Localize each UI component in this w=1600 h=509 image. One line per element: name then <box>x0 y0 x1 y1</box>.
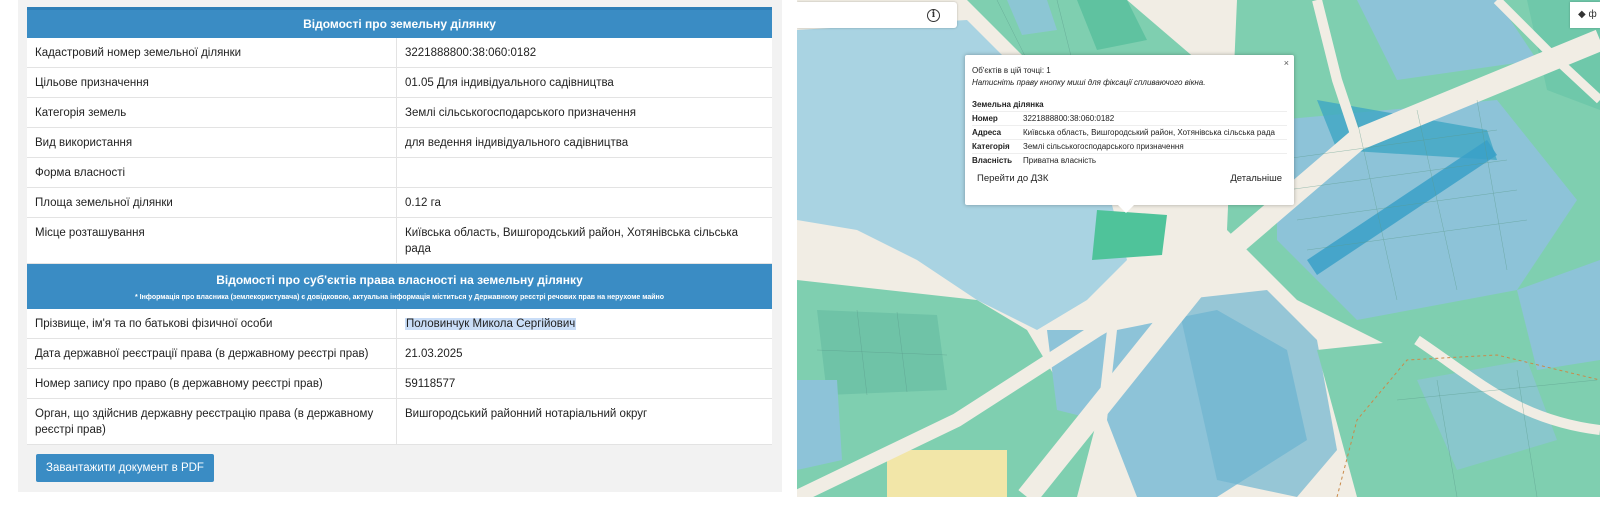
row-value: 3221888800:38:060:0182 <box>405 47 537 59</box>
details-link[interactable]: Детальніше <box>1230 173 1282 184</box>
popup-row-label: Адреса <box>972 128 1002 137</box>
row-label: Прізвище, ім'я та по батькові фізичної о… <box>27 309 397 338</box>
selected-parcel[interactable] <box>1092 210 1167 260</box>
table-row: Прізвище, ім'я та по батькові фізичної о… <box>27 309 772 339</box>
ownership-header-title: Відомості про суб'єктів права власності … <box>216 273 583 287</box>
row-value: 59118577 <box>405 378 456 390</box>
table-row: Вид використання для ведення індивідуаль… <box>27 128 772 158</box>
row-value <box>397 158 772 187</box>
table-row: Номер запису про право (в державному реє… <box>27 369 772 399</box>
layers-button[interactable]: ◆ ф <box>1570 2 1600 28</box>
row-value: Землі сільськогосподарського призначення <box>405 107 636 119</box>
parcel-section-header: Відомості про земельну ділянку <box>27 10 772 38</box>
go-to-dzk-link[interactable]: Перейти до ДЗК <box>977 173 1048 184</box>
table-row: Кадастровий номер земельної ділянки 3221… <box>27 38 772 68</box>
table-row: Дата державної реєстрації права (в держа… <box>27 339 772 369</box>
cadastral-map[interactable]: i ◆ ф × Об'єктів в цій точці: 1 Натисніт… <box>797 0 1600 497</box>
screenshot-root: Відомості про земельну ділянку Кадастров… <box>0 0 1600 509</box>
road <box>1182 196 1232 264</box>
popup-title: Земельна ділянка <box>972 100 1044 109</box>
popup-row-value: Київська область, Вишгородський район, Х… <box>1023 128 1275 137</box>
row-value: 0.12 га <box>405 197 441 209</box>
row-value: 01.05 Для індивідуального садівництва <box>405 77 614 89</box>
popup-pointer <box>1117 204 1135 213</box>
parcel <box>887 450 1007 497</box>
popup-row: Категорія Землі сільськогосподарського п… <box>972 139 1287 153</box>
map-search-bar[interactable]: i <box>797 2 957 28</box>
owner-name-selected-text[interactable]: Половинчук Микола Сергійович <box>405 318 577 330</box>
row-value: Половинчук Микола Сергійович <box>397 309 772 338</box>
popup-row-label: Категорія <box>972 142 1010 151</box>
row-label: Місце розташування <box>27 218 397 263</box>
popup-row: Власність Приватна власність <box>972 153 1287 167</box>
download-pdf-button[interactable]: Завантажити документ в PDF <box>36 454 214 482</box>
table-row: Площа земельної ділянки 0.12 га <box>27 188 772 218</box>
table-row: Орган, що здійснив державну реєстрацію п… <box>27 399 772 445</box>
table-row: Місце розташування Київська область, Виш… <box>27 218 772 264</box>
popup-row-label: Номер <box>972 114 998 123</box>
row-value: Вишгородський районний нотаріальний окру… <box>405 408 648 420</box>
table-row: Категорія земель Землі сільськогосподарс… <box>27 98 772 128</box>
row-label: Форма власності <box>27 158 397 187</box>
popup-row-label: Власність <box>972 156 1013 165</box>
popup-links: Перейти до ДЗК Детальніше <box>972 173 1287 184</box>
table-row: Цільове призначення 01.05 Для індивідуал… <box>27 68 772 98</box>
row-label: Цільове призначення <box>27 68 397 97</box>
popup-hint: Натисніть праву кнопку миші для фіксації… <box>972 78 1206 87</box>
parcel <box>797 380 842 470</box>
parcel-table: Відомості про земельну ділянку Кадастров… <box>27 10 772 445</box>
row-label: Кадастровий номер земельної ділянки <box>27 38 397 67</box>
map-popup: × Об'єктів в цій точці: 1 Натисніть прав… <box>965 55 1294 205</box>
ownership-header-note: * Інформація про власника (землекористув… <box>134 294 665 301</box>
row-label: Дата державної реєстрації права (в держа… <box>27 339 397 368</box>
popup-row-value: 3221888800:38:060:0182 <box>1023 114 1115 123</box>
row-value: для ведення індивідуального садівництва <box>405 137 629 149</box>
row-value: Київська область, Вишгородський район, Х… <box>405 227 739 255</box>
ownership-section-header: Відомості про суб'єктів права власності … <box>27 264 772 309</box>
info-icon[interactable]: i <box>927 9 940 22</box>
popup-row-value: Приватна власність <box>1023 156 1097 165</box>
row-label: Орган, що здійснив державну реєстрацію п… <box>27 399 397 444</box>
popup-objects-count: Об'єктів в цій точці: 1 <box>972 66 1051 75</box>
table-row: Форма власності <box>27 158 772 188</box>
row-value: 21.03.2025 <box>405 348 463 360</box>
row-label: Категорія земель <box>27 98 397 127</box>
popup-row: Адреса Київська область, Вишгородський р… <box>972 125 1287 139</box>
row-label: Площа земельної ділянки <box>27 188 397 217</box>
popup-row-value: Землі сільськогосподарського призначення <box>1023 142 1184 151</box>
close-icon[interactable]: × <box>1284 58 1289 68</box>
popup-row: Номер 3221888800:38:060:0182 <box>972 111 1287 125</box>
row-label: Номер запису про право (в державному реє… <box>27 369 397 398</box>
row-label: Вид використання <box>27 128 397 157</box>
